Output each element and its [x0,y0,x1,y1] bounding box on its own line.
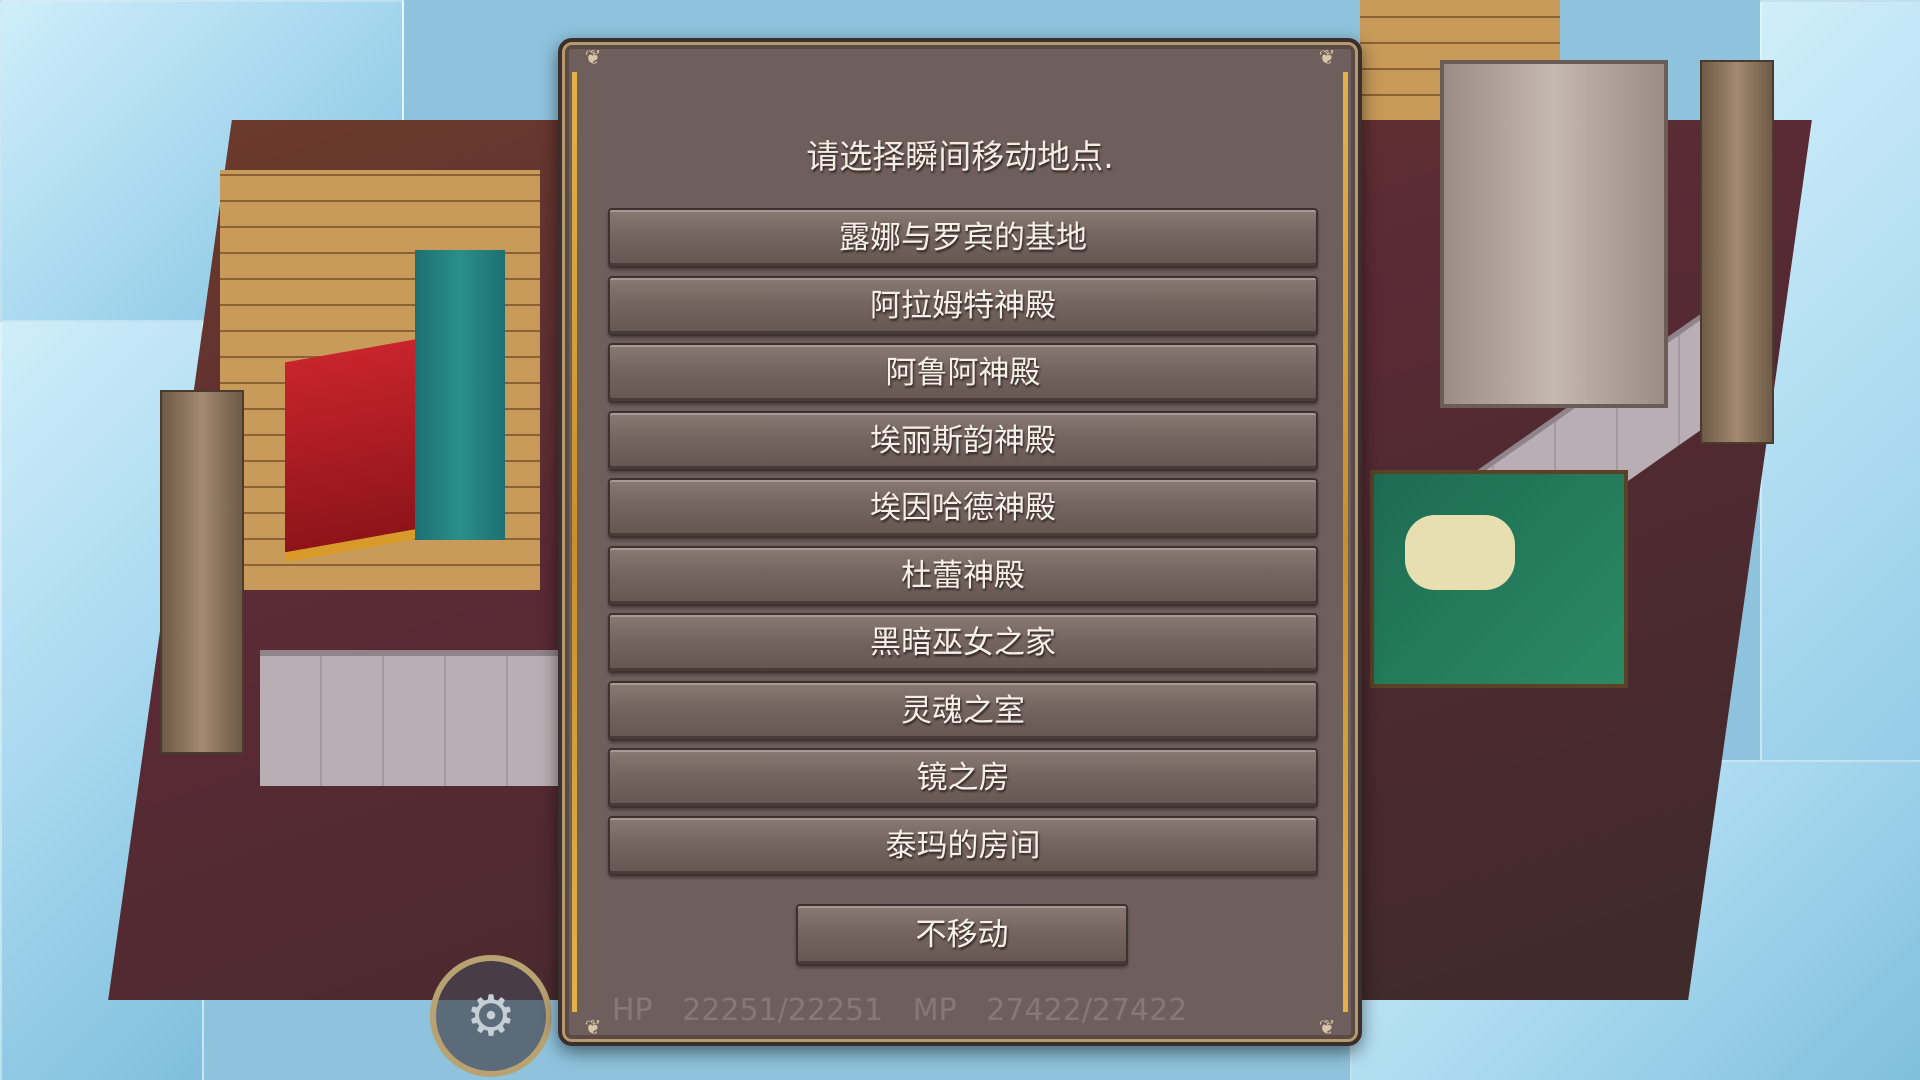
teal-banner [415,250,505,540]
gears-icon[interactable]: ⚙ [430,955,552,1077]
wardrobe [1440,60,1668,408]
pillar-left [160,390,244,754]
hp-label: HP [612,994,653,1028]
game-scene: ⚙ ❦ ❦ ❦ ❦ 请选择瞬间移动地点. 露娜与罗宾的基地 阿拉姆特神殿 阿鲁阿… [0,0,1920,1080]
room-front-wall-left [260,650,560,786]
destination-button[interactable]: 黑暗巫女之家 [608,613,1318,673]
destination-button[interactable]: 灵魂之室 [608,680,1318,741]
hp-value: 22251/22251 [682,994,884,1028]
destination-button[interactable]: 埃因哈德神殿 [608,478,1318,538]
corner-ornament-top-left: ❦ [584,45,602,69]
dialog-prompt: 请选择瞬间移动地点. [806,137,1114,176]
status-bar-behind-dialog: HP 22251/22251 MP 27422/27422 [612,994,1312,1028]
destination-button[interactable]: 阿鲁阿神殿 [608,343,1318,403]
cancel-button[interactable]: 不移动 [796,904,1128,966]
corner-ornament-top-right: ❦ [1318,45,1336,69]
corner-ornament-bottom-left: ❦ [584,1015,602,1039]
teleport-dialog: ❦ ❦ ❦ ❦ 请选择瞬间移动地点. 露娜与罗宾的基地 阿拉姆特神殿 阿鲁阿神殿… [558,38,1362,1046]
pillow [1405,515,1515,590]
destination-button[interactable]: 泰玛的房间 [608,815,1318,876]
destination-button[interactable]: 埃丽斯韵神殿 [608,410,1318,471]
destination-button[interactable]: 镜之房 [608,748,1318,808]
destination-button[interactable]: 阿拉姆特神殿 [608,275,1318,336]
pillar-right [1700,60,1774,444]
red-banner [285,337,425,563]
destination-button[interactable]: 露娜与罗宾的基地 [608,208,1318,268]
destination-button[interactable]: 杜蕾神殿 [608,545,1318,606]
destination-list: 露娜与罗宾的基地 阿拉姆特神殿 阿鲁阿神殿 埃丽斯韵神殿 埃因哈德神殿 杜蕾神殿… [608,208,1318,883]
mp-value: 27422/27422 [986,994,1188,1028]
mp-label: MP [912,994,957,1028]
